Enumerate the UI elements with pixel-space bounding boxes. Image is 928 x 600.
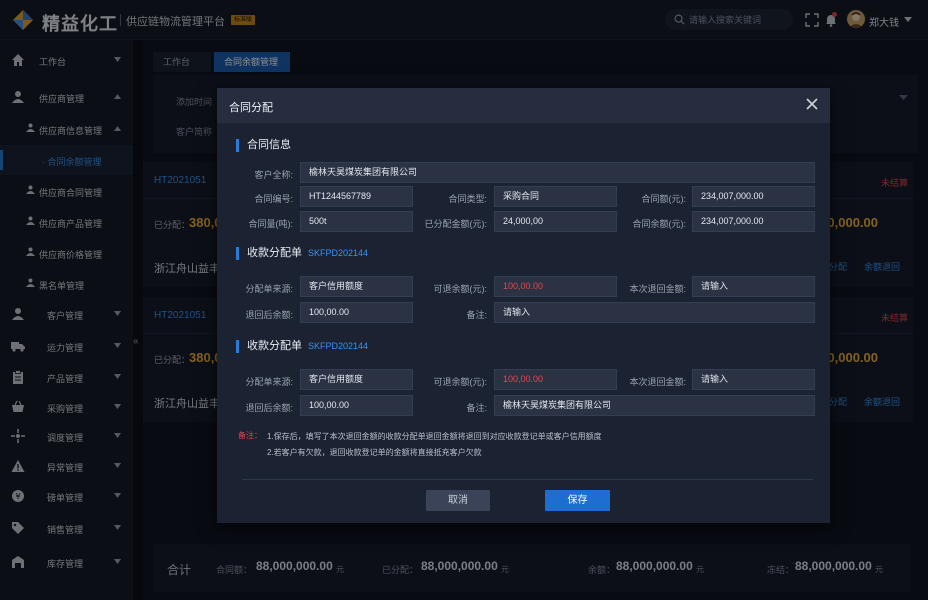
remark-label: 备注: bbox=[466, 310, 487, 320]
cancel-button[interactable]: 取消 bbox=[426, 490, 490, 511]
source-label: 分配单来源: bbox=[245, 284, 293, 294]
modal-title: 合同分配 bbox=[229, 102, 273, 114]
section-contract-info: 合同信息 bbox=[236, 139, 291, 152]
source-field[interactable]: 客户信用额度 bbox=[300, 369, 413, 390]
contract-balance-label: 合同余额(元): bbox=[632, 219, 687, 229]
customer-full-name-field[interactable]: 榆林天昊煤炭集团有限公司 bbox=[300, 162, 815, 183]
contract-type-label: 合同类型: bbox=[448, 194, 487, 204]
save-button[interactable]: 保存 bbox=[545, 490, 610, 511]
receipt-code[interactable]: SKFPD202144 bbox=[308, 341, 368, 351]
contract-amount-field[interactable]: 234,007,000.00 bbox=[692, 186, 815, 207]
contract-type-field[interactable]: 采购合同 bbox=[494, 186, 617, 207]
remark-input[interactable]: 请输入 bbox=[494, 302, 815, 323]
allocated-amount-field[interactable]: 24,000,00 bbox=[494, 211, 617, 232]
after-balance-label: 退回后余额: bbox=[245, 310, 293, 320]
contract-balance-field[interactable]: 234,007,000.00 bbox=[692, 211, 815, 232]
contract-no-label: 合同编号: bbox=[254, 194, 293, 204]
note-line: 1.保存后，填写了本次退回金额的收款分配单退回金额将退回到对应收款登记单或客户信… bbox=[267, 432, 602, 441]
return-amount-input[interactable]: 请输入 bbox=[692, 369, 815, 390]
return-amount-label: 本次退回金额: bbox=[629, 377, 686, 387]
close-icon[interactable] bbox=[806, 98, 818, 110]
note-label: 备注： bbox=[238, 431, 262, 440]
remark-input[interactable]: 榆林天昊煤炭集团有限公司 bbox=[494, 395, 815, 416]
source-label: 分配单来源: bbox=[245, 377, 293, 387]
contract-qty-field[interactable]: 500t bbox=[300, 211, 413, 232]
section-receipt-allocation: 收款分配单 SKFPD202144 bbox=[236, 247, 368, 260]
contract-qty-label: 合同量(吨): bbox=[248, 219, 294, 229]
refundable-label: 可退余额(元): bbox=[433, 377, 488, 387]
contract-no-field[interactable]: HT1244567789 bbox=[300, 186, 413, 207]
modal-footer-divider bbox=[242, 479, 813, 480]
after-balance-field[interactable]: 100,00.00 bbox=[300, 302, 413, 323]
after-balance-field[interactable]: 100,00.00 bbox=[300, 395, 413, 416]
refundable-label: 可退余额(元): bbox=[433, 284, 488, 294]
receipt-code[interactable]: SKFPD202144 bbox=[308, 248, 368, 258]
note-line: 2.若客户有欠款，退回收款登记单的金额将直接抵充客户欠款 bbox=[267, 448, 482, 457]
refundable-field[interactable]: 100,00.00 bbox=[494, 276, 617, 297]
section-receipt-allocation: 收款分配单 SKFPD202144 bbox=[236, 340, 368, 353]
after-balance-label: 退回后余额: bbox=[245, 403, 293, 413]
customer-full-name-label: 客户全称: bbox=[254, 170, 293, 180]
return-amount-label: 本次退回金额: bbox=[629, 284, 686, 294]
source-field[interactable]: 客户信用额度 bbox=[300, 276, 413, 297]
remark-label: 备注: bbox=[466, 403, 487, 413]
refundable-field[interactable]: 100,00.00 bbox=[494, 369, 617, 390]
modal-header: 合同分配 bbox=[217, 88, 830, 123]
return-amount-input[interactable]: 请输入 bbox=[692, 276, 815, 297]
contract-amount-label: 合同额(元): bbox=[641, 194, 687, 204]
allocated-amount-label: 已分配金额(元): bbox=[424, 219, 488, 229]
